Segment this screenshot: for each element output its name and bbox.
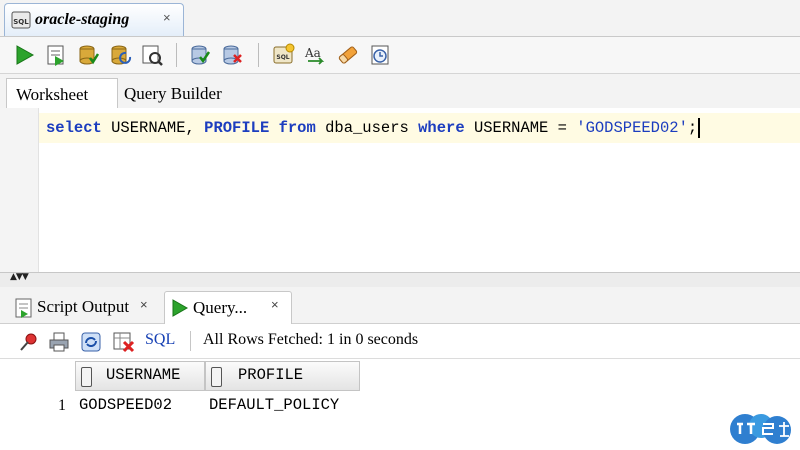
watermark-logo [730, 414, 791, 444]
splitter-collapse-arrows-icon[interactable]: ▲▼▼ [10, 272, 29, 282]
sql-keyword: PROFILE [204, 119, 270, 138]
sort-icon[interactable] [81, 367, 92, 387]
sql-file-icon: SQL [11, 11, 31, 29]
results-toolbar: SQL All Rows Fetched: 1 in 0 seconds [0, 324, 800, 359]
sql-keyword: from [278, 119, 316, 138]
sort-icon[interactable] [211, 367, 222, 387]
text-caret [698, 118, 701, 138]
script-output-icon [15, 298, 32, 318]
column-header-profile[interactable]: PROFILE [205, 361, 360, 391]
fetch-status: All Rows Fetched: 1 in 0 seconds [203, 331, 419, 348]
toolbar-separator [176, 43, 177, 67]
sql-editor[interactable]: select USERNAME, PROFILE from dba_users … [0, 108, 800, 272]
rollback-icon[interactable] [108, 43, 132, 67]
sql-keyword: select [46, 119, 102, 138]
sql-link[interactable]: SQL [145, 331, 175, 349]
output-tabs: Script Output × Query... × [0, 287, 800, 325]
document-tab-strip: SQL oracle-staging × [0, 0, 800, 37]
tab-worksheet-label: Worksheet [16, 85, 89, 104]
sql-text: dba_users [315, 119, 419, 138]
column-header-label: PROFILE [238, 366, 304, 384]
format-icon[interactable]: Aa [304, 43, 328, 67]
worksheet-tabs: Worksheet Query Builder [0, 74, 800, 110]
print-icon[interactable] [48, 331, 70, 353]
clear-icon[interactable] [220, 43, 244, 67]
pin-icon[interactable] [18, 331, 40, 353]
run-statement-icon [172, 299, 189, 317]
row-number: 1 [58, 397, 66, 414]
sql-string-literal: 'GODSPEED02' [576, 119, 688, 138]
autotrace-icon[interactable] [140, 43, 164, 67]
sql-tuning-icon[interactable]: SQL [272, 43, 296, 67]
table-cell-username[interactable]: GODSPEED02 [79, 396, 172, 414]
sql-statement[interactable]: select USERNAME, PROFILE from dba_users … [46, 118, 701, 138]
sql-keyword: where [418, 119, 465, 138]
close-icon[interactable]: × [163, 10, 171, 25]
tab-script-output[interactable]: Script Output × [12, 295, 160, 323]
sql-text: USERNAME, [101, 119, 205, 138]
svg-text:Aa: Aa [304, 46, 321, 60]
close-icon[interactable]: × [271, 297, 279, 312]
close-icon[interactable]: × [140, 297, 148, 312]
tab-script-output-label: Script Output [37, 297, 130, 316]
tab-worksheet[interactable]: Worksheet [6, 78, 118, 110]
tab-query-result-label: Query... [193, 298, 248, 317]
sql-text: USERNAME = [464, 119, 577, 138]
history-icon[interactable] [368, 43, 392, 67]
sql-text: ; [687, 119, 698, 138]
panel-splitter[interactable]: ▲▼▼ [0, 272, 800, 288]
svg-text:SQL: SQL [13, 18, 29, 26]
table-cell-profile[interactable]: DEFAULT_POLICY [209, 396, 339, 414]
results-grid[interactable]: USERNAME PROFILE 1 GODSPEED02 DEFAULT_PO… [0, 359, 800, 450]
toolbar-separator [258, 43, 259, 67]
worksheet-toolbar: SQL Aa [0, 37, 800, 74]
toolbar-separator [190, 331, 191, 351]
refresh-icon[interactable] [80, 331, 102, 353]
commit-icon[interactable] [76, 43, 100, 67]
run-script-icon[interactable] [44, 43, 68, 67]
document-tab-oracle-staging[interactable]: SQL oracle-staging × [4, 3, 184, 36]
svg-text:SQL: SQL [276, 54, 289, 61]
eraser-icon[interactable] [336, 43, 360, 67]
column-header-username[interactable]: USERNAME [75, 361, 205, 391]
editor-gutter [0, 108, 39, 272]
tab-query-builder[interactable]: Query Builder [124, 84, 222, 104]
explain-plan-icon[interactable] [188, 43, 212, 67]
document-tab-title: oracle-staging [35, 11, 130, 28]
cancel-query-icon[interactable] [112, 331, 136, 353]
tab-query-result[interactable]: Query... × [164, 291, 292, 325]
column-header-label: USERNAME [106, 366, 181, 384]
run-statement-icon[interactable] [12, 43, 36, 67]
